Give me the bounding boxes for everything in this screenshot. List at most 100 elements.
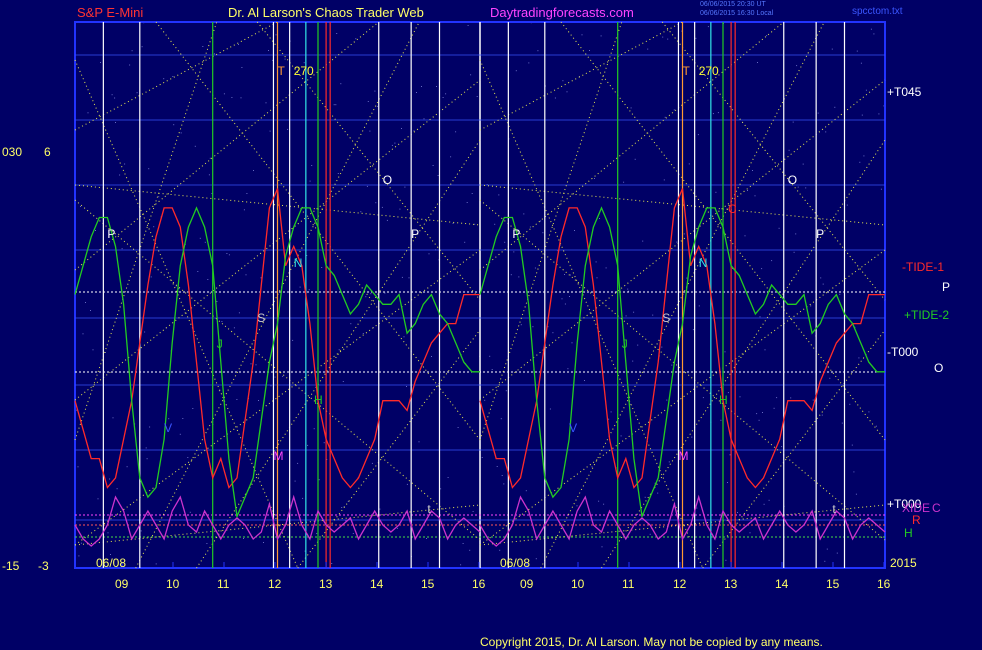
star-speck <box>379 508 381 510</box>
star-speck <box>418 441 420 443</box>
right-level-label: O <box>934 361 943 375</box>
left-axis-label-bottom-b: -3 <box>38 559 49 573</box>
star-speck <box>518 276 520 278</box>
star-speck <box>168 418 170 420</box>
star-speck <box>460 564 462 566</box>
author-title: Dr. Al Larson's Chaos Trader Web <box>228 5 424 20</box>
day-tick-label: 09 <box>115 577 129 591</box>
star-speck <box>608 418 610 420</box>
star-speck <box>284 58 286 60</box>
star-speck <box>662 36 664 38</box>
event-marker: V <box>164 421 172 435</box>
star-speck <box>855 493 857 495</box>
star-speck <box>584 380 585 381</box>
star-speck <box>683 233 685 235</box>
star-speck <box>238 44 239 45</box>
star-speck <box>231 97 233 98</box>
star-speck <box>187 457 189 458</box>
star-speck <box>253 170 254 171</box>
star-speck <box>299 286 301 288</box>
star-speck <box>116 488 118 490</box>
event-marker: O <box>788 173 797 187</box>
event-marker: M <box>678 449 688 463</box>
star-speck <box>499 549 501 551</box>
star-speck <box>335 104 337 106</box>
day-tick-label: 16 <box>472 577 486 591</box>
star-speck <box>623 181 625 183</box>
star-speck <box>601 546 603 548</box>
star-speck <box>501 475 503 476</box>
star-speck <box>269 130 271 132</box>
star-speck <box>352 533 354 534</box>
star-speck <box>369 130 371 132</box>
right-level-label: C <box>932 501 941 515</box>
star-speck <box>695 37 697 39</box>
star-speck <box>657 492 659 494</box>
day-tick-label: 14 <box>775 577 789 591</box>
star-speck <box>126 466 128 468</box>
star-speck <box>686 277 688 279</box>
star-speck <box>470 74 472 76</box>
star-speck <box>534 267 536 269</box>
star-speck <box>481 457 483 458</box>
star-speck <box>243 209 245 211</box>
star-speck <box>389 534 391 536</box>
star-speck <box>462 543 464 544</box>
star-speck <box>442 97 444 98</box>
day-tick-label: 09 <box>520 577 534 591</box>
star-speck <box>323 442 325 444</box>
timestamp-local: 06/06/2015 16:30 Local <box>700 10 774 17</box>
star-speck <box>207 279 209 280</box>
star-speck <box>764 349 766 351</box>
star-speck <box>647 48 649 50</box>
star-speck <box>464 241 466 243</box>
star-speck <box>571 342 573 344</box>
star-speck <box>632 360 634 362</box>
star-speck <box>90 310 91 311</box>
site-link[interactable]: Daytradingforecasts.com <box>490 5 634 20</box>
star-speck <box>870 28 872 30</box>
star-speck <box>350 323 352 325</box>
star-speck <box>85 302 86 303</box>
star-speck <box>360 211 362 213</box>
star-speck <box>406 483 408 485</box>
star-speck <box>250 363 252 365</box>
star-speck <box>287 128 289 130</box>
timestamp-ut: 06/06/2015 20:30 UT <box>700 1 766 8</box>
yellow-fan-line <box>74 21 218 441</box>
star-speck <box>437 175 439 176</box>
star-speck <box>702 397 704 399</box>
yellow-fan-line <box>74 21 278 131</box>
yellow-fan-line <box>74 21 380 271</box>
star-speck <box>712 113 714 115</box>
star-speck <box>691 436 693 438</box>
star-speck <box>401 276 403 278</box>
star-speck <box>236 399 238 400</box>
star-speck <box>263 542 264 543</box>
star-speck <box>598 500 600 502</box>
star-speck <box>532 326 534 328</box>
star-speck <box>535 558 537 560</box>
star-speck <box>707 26 709 28</box>
year-label: 2015 <box>890 556 917 570</box>
star-speck <box>562 80 564 82</box>
star-speck <box>365 296 367 298</box>
star-speck <box>258 400 259 401</box>
star-speck <box>878 113 880 115</box>
star-speck <box>396 527 398 529</box>
star-speck <box>97 498 99 500</box>
star-speck <box>255 364 257 366</box>
star-speck <box>246 193 248 194</box>
star-speck <box>308 289 310 291</box>
star-speck <box>474 223 476 225</box>
star-speck <box>841 422 843 424</box>
date-label-left: 06/08 <box>96 556 127 570</box>
star-speck <box>75 409 77 411</box>
star-speck <box>692 329 694 331</box>
star-speck <box>727 482 728 483</box>
star-speck <box>457 427 459 428</box>
star-speck <box>796 65 798 67</box>
star-speck <box>155 563 157 565</box>
star-speck <box>145 447 147 449</box>
star-speck <box>824 560 826 562</box>
